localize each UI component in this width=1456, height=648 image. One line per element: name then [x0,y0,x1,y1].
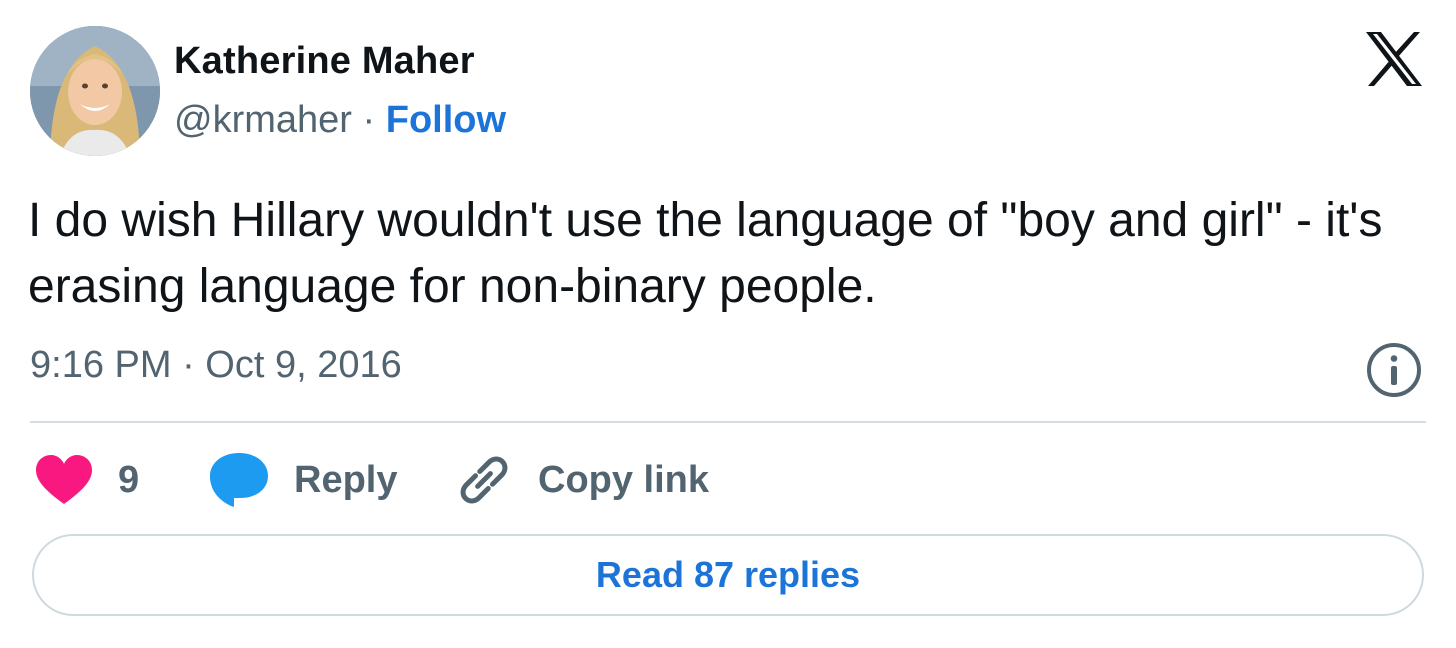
author-handle-row: @krmaher · Follow [174,99,506,142]
handle-separator: · [351,99,386,141]
author-display-name[interactable]: Katherine Maher [174,40,475,83]
speech-bubble-icon [210,453,268,507]
like-button[interactable]: 9 [34,448,139,512]
copy-link-label: Copy link [538,458,710,501]
like-count: 9 [118,458,140,501]
link-icon [460,456,508,504]
tweet-embed-card: Katherine Maher @krmaher · Follow I do w… [0,0,1456,648]
info-icon[interactable] [1366,342,1422,398]
heart-icon [36,455,92,504]
follow-button[interactable]: Follow [386,99,506,141]
tweet-text: I do wish Hillary wouldn't use the langu… [28,194,1383,313]
copy-link-button[interactable]: Copy link [454,448,709,512]
author-handle[interactable]: @krmaher [174,99,352,141]
avatar[interactable] [30,26,160,156]
reply-label: Reply [294,458,398,501]
read-replies-button[interactable]: Read 87 replies [32,534,1424,616]
x-logo-icon[interactable] [1364,30,1424,88]
tweet-timestamp[interactable]: 9:16 PM · Oct 9, 2016 [30,344,402,387]
read-replies-label: Read 87 replies [595,554,861,595]
divider [30,421,1426,423]
reply-button[interactable]: Reply [208,448,397,512]
avatar-photo [30,26,160,156]
